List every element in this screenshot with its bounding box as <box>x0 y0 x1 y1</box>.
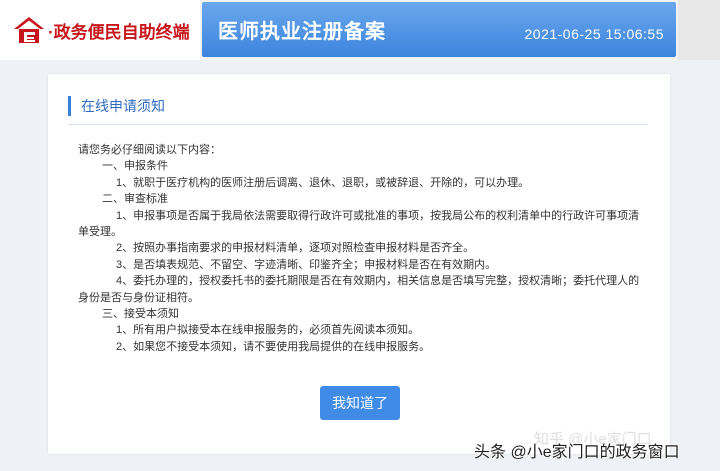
section-heading: 三、接受本须知 <box>102 308 179 321</box>
title-divider <box>68 124 648 125</box>
brand: ·政务便民自助终端 <box>0 0 200 60</box>
section-heading: 一、申报条件 <box>102 160 168 173</box>
system-title: 医师执业注册备案 <box>218 21 386 43</box>
notice-intro: 请您务必仔细阅读以下内容： <box>78 144 221 156</box>
house-logo-icon <box>14 17 44 43</box>
section-item: 3、是否填表规范、不留空、字迹清晰、印鉴齐全；申报材料是否在有效期内。 <box>116 258 497 271</box>
title-bar: 医师执业注册备案 2021-06-25 15:06:55 <box>202 2 676 57</box>
brand-name: ·政务便民自助终端 <box>48 22 190 42</box>
header-right-panel <box>678 0 720 60</box>
section-item: 2、如果您不接受本须知，请不要使用我局提供的在线申报服务。 <box>116 340 431 353</box>
section-item: 1、就职于医疗机构的医师注册后调离、退休、退职，或被辞退、开除的，可以办理。 <box>116 176 530 189</box>
watermark: 头条 @小e家门口的政务窗口 <box>474 444 680 461</box>
brand-name-text: 政务便民自助终端 <box>53 22 190 42</box>
section-item: 4、委托办理的，授权委托书的委托期限是否在有效期内，相关信息是否填写完整，授权清… <box>78 275 640 304</box>
section-heading: 二、审查标准 <box>102 193 168 206</box>
section-item: 1、申报事项是否属于我局依法需要取得行政许可或批准的事项，按我局公布的权利清单中… <box>78 209 640 239</box>
header: ·政务便民自助终端 医师执业注册备案 2021-06-25 15:06:55 <box>0 0 720 60</box>
notice-content: 请您务必仔细阅读以下内容： 一、申报条件 1、就职于医疗机构的医师注册后调离、退… <box>78 142 650 355</box>
section-item: 1、所有用户拟接受本在线申报服务的，必须首先阅读本须知。 <box>116 324 420 337</box>
section-item: 2、按照办事指南要求的申报材料清单，逐项对照检查申报材料是否齐全。 <box>116 242 475 255</box>
notice-title: 在线申请须知 <box>68 96 165 116</box>
agree-button[interactable]: 我知道了 <box>320 386 400 420</box>
datetime: 2021-06-25 15:06:55 <box>524 25 664 42</box>
notice-card: 在线申请须知 请您务必仔细阅读以下内容： 一、申报条件 1、就职于医疗机构的医师… <box>48 74 670 454</box>
